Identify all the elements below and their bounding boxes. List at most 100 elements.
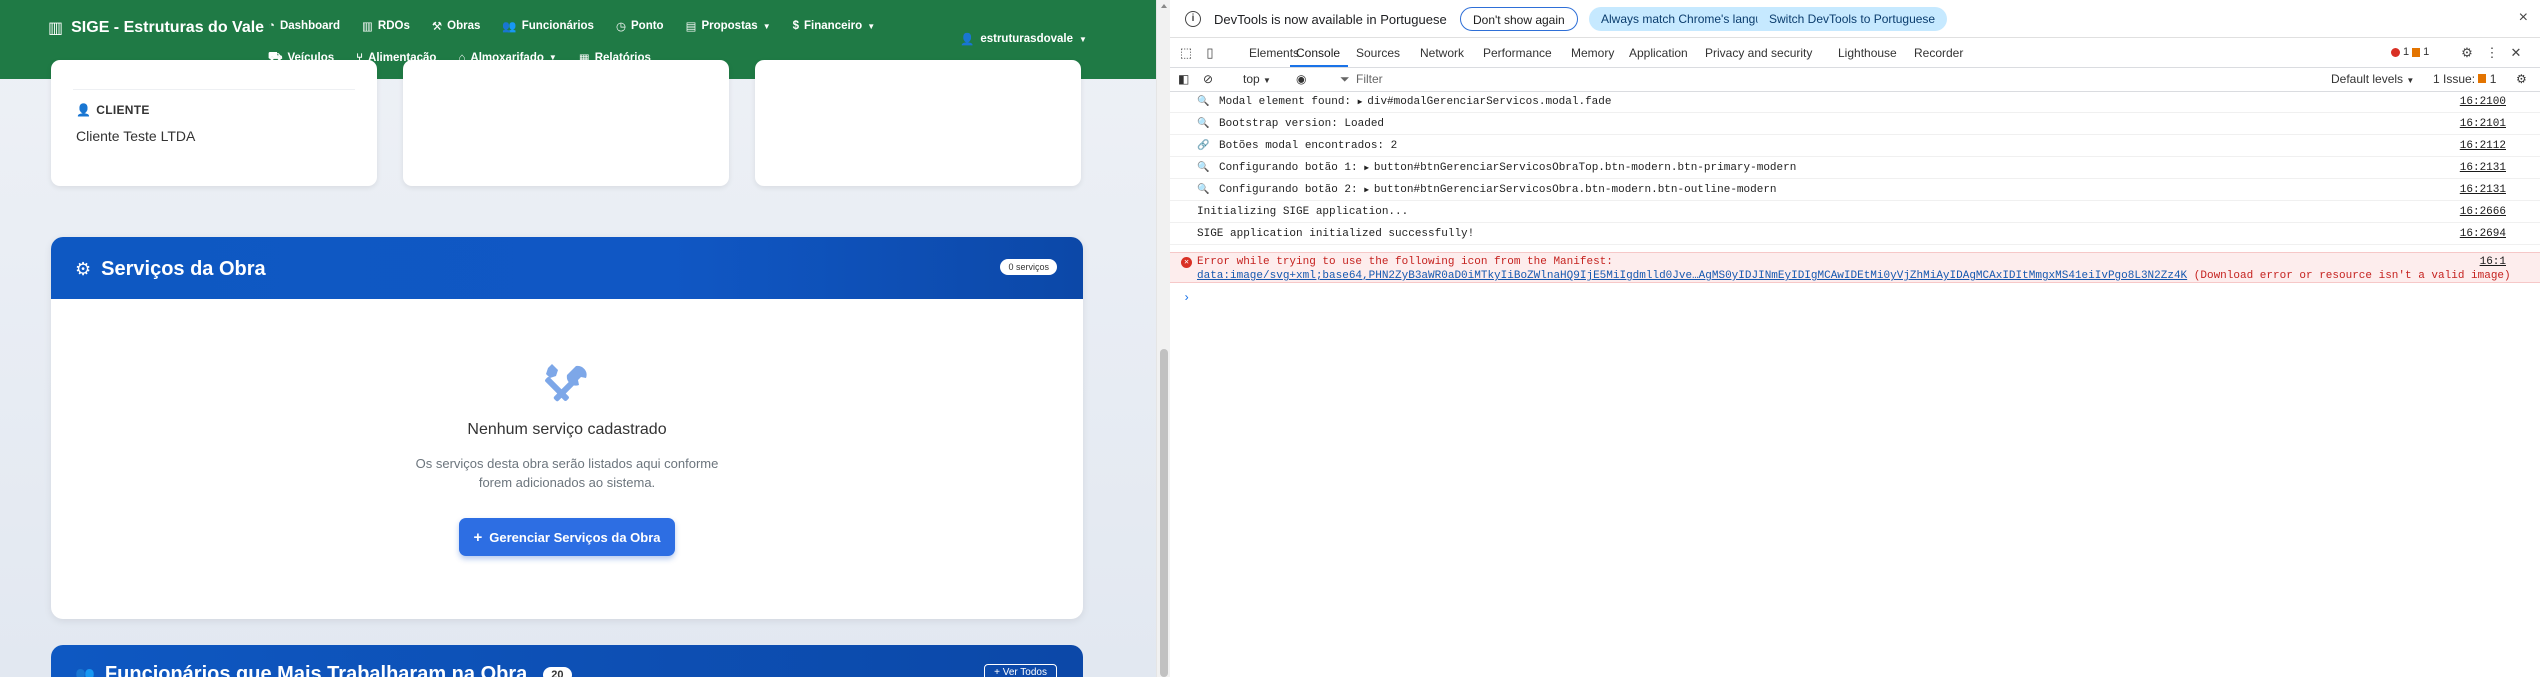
scrollbar-thumb[interactable] bbox=[1160, 349, 1168, 677]
expand-triangle-icon[interactable]: ▶ bbox=[1358, 98, 1368, 107]
console-toolbar: ◧ ⊘ top ▼ ◉ ⏷ Filter Default levels ▼ 1 … bbox=[1170, 68, 2540, 92]
close-icon[interactable]: × bbox=[2519, 9, 2528, 27]
tab-elements[interactable]: Elements bbox=[1249, 46, 1299, 60]
error-url-link[interactable]: data:image/svg+xml;base64,PHN2ZyB3aWR0aD… bbox=[1197, 270, 2187, 282]
context-selector[interactable]: top ▼ bbox=[1243, 72, 1271, 86]
scroll-up-arrow[interactable] bbox=[1161, 4, 1167, 8]
services-title-text: Serviços da Obra bbox=[101, 258, 266, 280]
nav-item-financeiro[interactable]: $ Financeiro ▼ bbox=[793, 20, 875, 32]
log-text: Modal element found: ▶ div#modalGerencia… bbox=[1219, 96, 1612, 108]
source-link[interactable]: 16:2131 bbox=[2460, 184, 2506, 196]
user-menu[interactable]: 👤 estruturasdovale ▼ bbox=[960, 32, 1087, 46]
console-log-line: 🔍 Modal element found: ▶ div#modalGerenci… bbox=[1170, 91, 2540, 113]
switch-language-button[interactable]: Switch DevTools to Portuguese bbox=[1757, 7, 1948, 31]
workers-title-text: Funcionários que Mais Trabalharam na Obr… bbox=[104, 663, 528, 677]
view-all-button[interactable]: + Ver Todos bbox=[984, 664, 1057, 677]
source-link[interactable]: 16:1 bbox=[2480, 256, 2506, 268]
log-object[interactable]: button#btnGerenciarServicosObra.btn-mode… bbox=[1374, 184, 1777, 196]
nav-item-label: Ponto bbox=[631, 20, 664, 32]
clear-console-icon[interactable]: ⊘ bbox=[1203, 72, 1213, 86]
dont-show-again-button[interactable]: Don't show again bbox=[1460, 7, 1578, 31]
language-infobar: i DevTools is now available in Portugues… bbox=[1170, 0, 2540, 38]
chevron-down-icon: ▼ bbox=[1263, 76, 1271, 85]
error-icon: ✕ bbox=[1181, 257, 1192, 268]
workers-card-header: 👥 Funcionários que Mais Trabalharam na O… bbox=[51, 645, 1083, 677]
source-link[interactable]: 16:2112 bbox=[2460, 140, 2506, 152]
error-detail: data:image/svg+xml;base64,PHN2ZyB3aWR0aD… bbox=[1197, 270, 2511, 282]
client-name: Cliente Teste LTDA bbox=[76, 128, 196, 144]
sidebar-toggle-icon[interactable]: ◧ bbox=[1178, 72, 1189, 86]
dashboard-icon: ◔ bbox=[268, 20, 275, 32]
issues-button[interactable]: 1 Issue: 1 bbox=[2433, 72, 2496, 86]
manage-services-label: Gerenciar Serviços da Obra bbox=[489, 529, 661, 545]
workers-count-badge: 20 bbox=[543, 666, 572, 677]
file-icon: ▤ bbox=[685, 21, 697, 33]
nav-item-dashboard[interactable]: ◔ Dashboard bbox=[268, 20, 340, 32]
log-object[interactable]: button#btnGerenciarServicosObraTop.btn-m… bbox=[1374, 162, 1796, 174]
nav-item-funcionarios[interactable]: 👥 Funcionários bbox=[502, 19, 594, 33]
nav-item-obras[interactable]: ⚒ Obras bbox=[432, 19, 481, 33]
empty-state-title: Nenhum serviço cadastrado bbox=[467, 421, 667, 438]
tab-recorder[interactable]: Recorder bbox=[1914, 46, 1963, 60]
brand[interactable]: ▥ SIGE - Estruturas do Vale bbox=[48, 18, 264, 38]
console-settings-icon[interactable]: ⚙ bbox=[2516, 72, 2527, 86]
log-text: Configurando botão 2: ▶ button#btnGerenc… bbox=[1219, 184, 1777, 196]
tab-lighthouse[interactable]: Lighthouse bbox=[1838, 46, 1897, 60]
source-link[interactable]: 16:2694 bbox=[2460, 228, 2506, 240]
manage-services-button[interactable]: + Gerenciar Serviços da Obra bbox=[459, 518, 675, 556]
filter-input[interactable]: ⏷ Filter bbox=[1338, 70, 1988, 89]
chevron-down-icon: ▼ bbox=[2406, 76, 2415, 85]
devtools-tabbar: ⬚ ▯ Elements Console Sources Network Perform… bbox=[1170, 38, 2540, 68]
info-card bbox=[403, 60, 729, 186]
log-levels-dropdown[interactable]: Default levels ▼ bbox=[2331, 72, 2414, 86]
nav-item-ponto[interactable]: ◷ Ponto bbox=[616, 19, 664, 33]
console-error-message: ✕ Error while trying to use the followin… bbox=[1170, 252, 2540, 283]
source-link[interactable]: 16:2101 bbox=[2460, 118, 2506, 130]
building-icon: ▥ bbox=[48, 20, 64, 37]
chevron-down-icon: ▼ bbox=[1079, 34, 1087, 44]
chevron-down-icon: ▼ bbox=[762, 21, 771, 31]
issues-count: 1 bbox=[2489, 72, 2497, 86]
issue-counter[interactable]: 1 1 bbox=[2391, 46, 2429, 58]
tab-console[interactable]: Console bbox=[1296, 46, 1340, 60]
user-icon: 👤 bbox=[76, 103, 92, 117]
console-prompt[interactable]: › bbox=[1183, 291, 1190, 305]
console-log-line: 🔍 Configurando botão 1: ▶ button#btnGeren… bbox=[1170, 157, 2540, 179]
page-scrollbar[interactable] bbox=[1156, 0, 1170, 677]
expand-triangle-icon[interactable]: ▶ bbox=[1364, 186, 1374, 195]
nav-item-label: RDOs bbox=[377, 20, 410, 32]
search-icon: 🔍 bbox=[1197, 185, 1210, 196]
log-object[interactable]: div#modalGerenciarServicos.modal.fade bbox=[1367, 96, 1611, 108]
settings-icon[interactable]: ⚙ bbox=[2459, 45, 2475, 61]
tab-application[interactable]: Application bbox=[1629, 46, 1688, 60]
tab-sources[interactable]: Sources bbox=[1356, 46, 1400, 60]
tab-network[interactable]: Network bbox=[1420, 46, 1464, 60]
device-toggle-icon[interactable]: ▯ bbox=[1202, 45, 1218, 61]
console-log-line: 🔍 Bootstrap version: Loaded 16:2101 bbox=[1170, 113, 2540, 135]
log-text: Bootstrap version: Loaded bbox=[1219, 118, 1385, 130]
console-log-line: SIGE application initialized successfull… bbox=[1170, 223, 2540, 245]
devtools-panel: i DevTools is now available in Portugues… bbox=[1170, 0, 2540, 677]
active-tab-indicator bbox=[1290, 65, 1348, 67]
log-text: SIGE application initialized successfull… bbox=[1197, 228, 1475, 240]
divider bbox=[73, 89, 355, 90]
clock-icon: ◷ bbox=[615, 21, 626, 33]
nav-item-rdos[interactable]: ▥ RDOs bbox=[362, 19, 410, 33]
infobar-message: DevTools is now available in Portuguese bbox=[1214, 12, 1447, 27]
nav-item-label: Dashboard bbox=[279, 20, 341, 32]
search-icon: 🔍 bbox=[1197, 119, 1210, 130]
source-link[interactable]: 16:2131 bbox=[2460, 162, 2506, 174]
more-options-icon[interactable]: ⋮ bbox=[2484, 45, 2500, 61]
tab-privacy-and-security[interactable]: Privacy and security bbox=[1705, 46, 1812, 60]
source-link[interactable]: 16:2666 bbox=[2460, 206, 2506, 218]
source-link[interactable]: 16:2100 bbox=[2460, 96, 2506, 108]
nav-item-propostas[interactable]: ▤ Propostas ▼ bbox=[686, 19, 771, 33]
tab-performance[interactable]: Performance bbox=[1483, 46, 1552, 60]
log-levels-label: Default levels bbox=[2331, 72, 2404, 86]
eye-icon[interactable]: ◉ bbox=[1296, 72, 1306, 86]
tab-memory[interactable]: Memory bbox=[1571, 46, 1614, 60]
close-icon[interactable]: ✕ bbox=[2508, 45, 2524, 61]
expand-triangle-icon[interactable]: ▶ bbox=[1364, 164, 1374, 173]
workers-title: 👥 Funcionários que Mais Trabalharam na O… bbox=[75, 663, 572, 677]
inspect-icon[interactable]: ⬚ bbox=[1178, 45, 1194, 61]
